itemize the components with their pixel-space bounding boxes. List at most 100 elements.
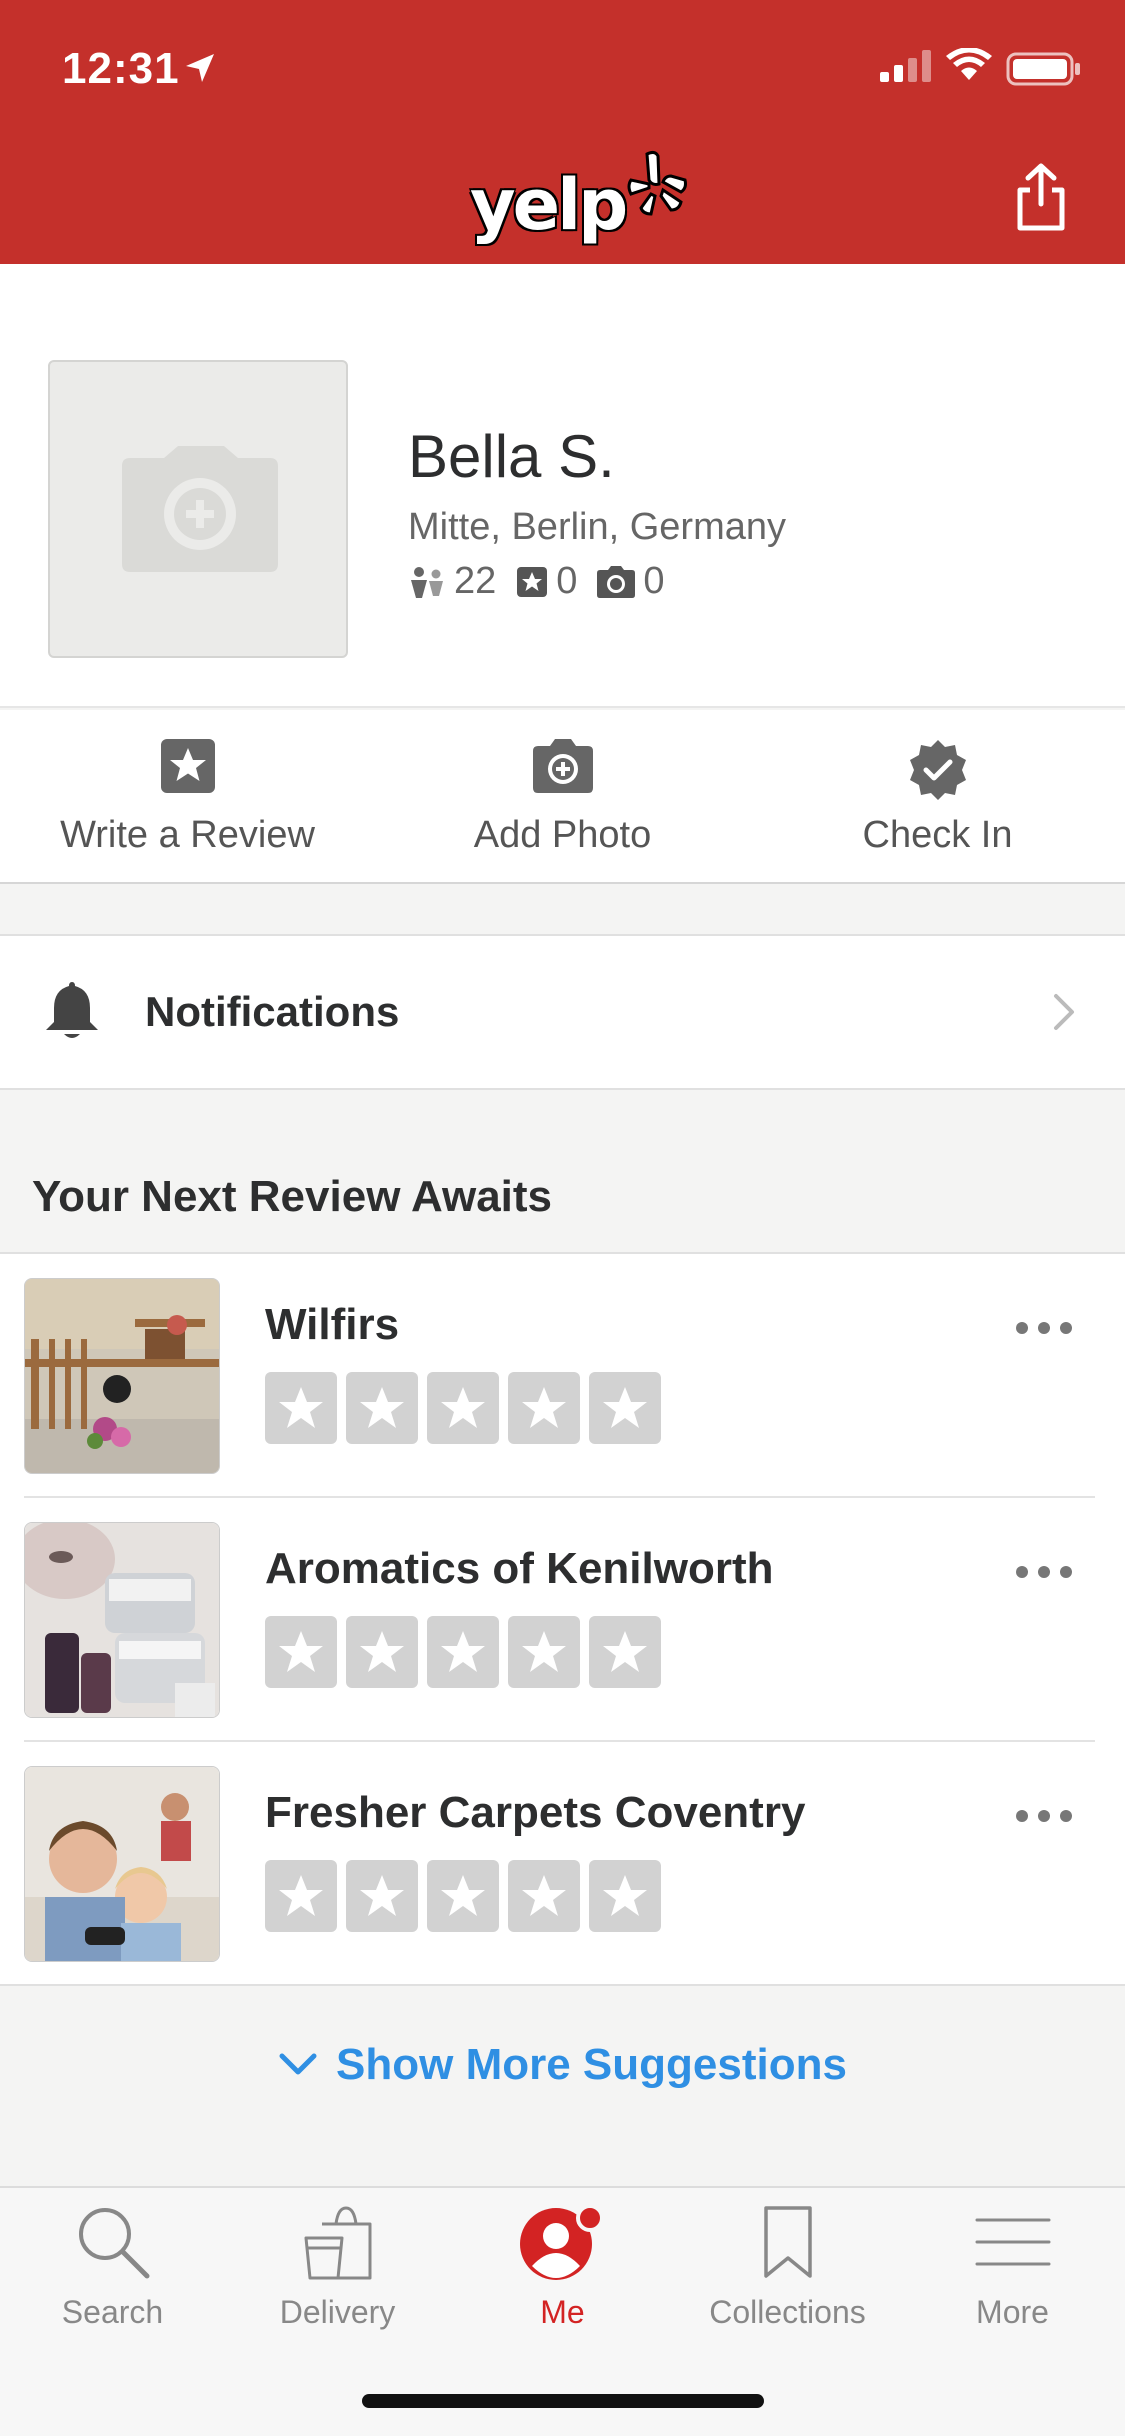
home-indicator: [362, 2394, 764, 2408]
more-options-button[interactable]: [1016, 1322, 1082, 1334]
star-rating-input[interactable]: [265, 1616, 670, 1688]
star-4[interactable]: [508, 1860, 580, 1932]
star-icon: [522, 1387, 566, 1428]
star-icon: [522, 1631, 566, 1672]
reviews-stat: 0: [516, 560, 577, 603]
star-1[interactable]: [265, 1860, 337, 1932]
friends-count: 22: [454, 560, 497, 602]
write-review-button[interactable]: Write a Review: [0, 710, 375, 884]
tab-label: Collections: [709, 2294, 866, 2330]
profile-photo-placeholder[interactable]: [48, 360, 348, 658]
star-3[interactable]: [427, 1616, 499, 1688]
battery-icon: [1006, 52, 1080, 86]
star-icon: [522, 1875, 566, 1916]
yelp-logo-text: yelp: [470, 164, 628, 246]
share-icon[interactable]: [1010, 162, 1072, 232]
tab-label: Me: [540, 2294, 585, 2330]
notifications-row[interactable]: Notifications: [0, 934, 1125, 1090]
cellular-signal-icon: [880, 50, 931, 82]
tab-delivery[interactable]: Delivery: [225, 2188, 450, 2368]
business-name[interactable]: Aromatics of Kenilworth: [265, 1544, 774, 1594]
business-photo: [24, 1278, 220, 1474]
star-icon: [603, 1631, 647, 1672]
location-arrow-icon: [186, 54, 214, 82]
check-in-button[interactable]: Check In: [750, 710, 1125, 884]
tab-search[interactable]: Search: [0, 2188, 225, 2368]
add-photo-button[interactable]: Add Photo: [375, 710, 750, 884]
show-more-label: Show More Suggestions: [336, 2040, 847, 2089]
write-review-label: Write a Review: [60, 814, 315, 856]
notifications-label: Notifications: [145, 988, 400, 1035]
me-avatar-icon: [519, 2204, 604, 2280]
business-photo: [24, 1766, 220, 1962]
star-icon: [360, 1631, 404, 1672]
star-4[interactable]: [508, 1616, 580, 1688]
friends-icon: [411, 566, 443, 598]
chevron-right-icon: [1054, 994, 1074, 1030]
star-1[interactable]: [265, 1616, 337, 1688]
star-icon: [603, 1875, 647, 1916]
business-photo: [24, 1522, 220, 1718]
show-more-suggestions-button[interactable]: Show More Suggestions: [0, 2030, 1125, 2100]
friends-stat: 22: [408, 560, 496, 603]
list-item[interactable]: Wilfirs: [0, 1254, 1125, 1498]
star-3[interactable]: [427, 1860, 499, 1932]
photos-camera-icon: [597, 565, 636, 598]
tab-me[interactable]: Me: [450, 2188, 675, 2368]
star-icon: [279, 1387, 323, 1428]
tab-more[interactable]: More: [900, 2188, 1125, 2368]
search-icon: [78, 2208, 149, 2279]
photos-stat: 0: [597, 560, 665, 603]
add-photo-label: Add Photo: [473, 814, 652, 856]
review-star-icon: [517, 566, 548, 597]
tab-label: Delivery: [279, 2294, 396, 2330]
app-header: 12:31 yelp: [0, 0, 1125, 264]
star-square-icon: [160, 739, 215, 793]
star-icon: [441, 1387, 485, 1428]
star-icon: [279, 1875, 323, 1916]
chevron-down-icon: [279, 2053, 317, 2075]
star-rating-input[interactable]: [265, 1860, 670, 1932]
star-icon: [279, 1631, 323, 1672]
star-2[interactable]: [346, 1616, 418, 1688]
star-5[interactable]: [589, 1860, 661, 1932]
menu-icon: [975, 2218, 1050, 2266]
star-icon: [441, 1875, 485, 1916]
star-1[interactable]: [265, 1372, 337, 1444]
star-icon: [441, 1631, 485, 1672]
star-5[interactable]: [589, 1372, 661, 1444]
status-time: 12:31: [62, 44, 180, 93]
add-photo-camera-icon: [122, 446, 278, 572]
camera-icon: [532, 739, 593, 793]
star-icon: [360, 1387, 404, 1428]
profile-actions: Write a Review Add Photo Check In: [0, 710, 1125, 884]
profile-location: Mitte, Berlin, Germany: [408, 506, 786, 548]
star-5[interactable]: [589, 1616, 661, 1688]
more-options-button[interactable]: [1016, 1810, 1082, 1822]
check-badge-icon: [909, 740, 966, 800]
business-name[interactable]: Fresher Carpets Coventry: [265, 1788, 805, 1838]
business-name[interactable]: Wilfirs: [265, 1300, 399, 1350]
star-icon: [360, 1875, 404, 1916]
star-2[interactable]: [346, 1860, 418, 1932]
reviews-count: 0: [556, 560, 578, 602]
profile-name: Bella S.: [408, 423, 615, 490]
list-item[interactable]: Aromatics of Kenilworth: [0, 1498, 1125, 1742]
tab-label: More: [976, 2294, 1049, 2330]
list-item[interactable]: Fresher Carpets Coventry: [0, 1742, 1125, 1986]
star-icon: [603, 1387, 647, 1428]
photos-count: 0: [643, 560, 665, 602]
more-options-button[interactable]: [1016, 1566, 1082, 1578]
suggestions-title: Your Next Review Awaits: [32, 1172, 553, 1221]
tab-collections[interactable]: Collections: [675, 2188, 900, 2368]
star-rating-input[interactable]: [265, 1372, 670, 1444]
yelp-burst-icon: [627, 150, 688, 216]
star-4[interactable]: [508, 1372, 580, 1444]
tab-label: Search: [61, 2294, 164, 2330]
star-3[interactable]: [427, 1372, 499, 1444]
delivery-bag-icon: [304, 2206, 371, 2280]
bookmark-icon: [763, 2206, 812, 2278]
bell-icon: [46, 982, 98, 1038]
suggestions-list: Wilfirs Aromatics of Kenilworth Fresher …: [0, 1252, 1125, 1986]
star-2[interactable]: [346, 1372, 418, 1444]
